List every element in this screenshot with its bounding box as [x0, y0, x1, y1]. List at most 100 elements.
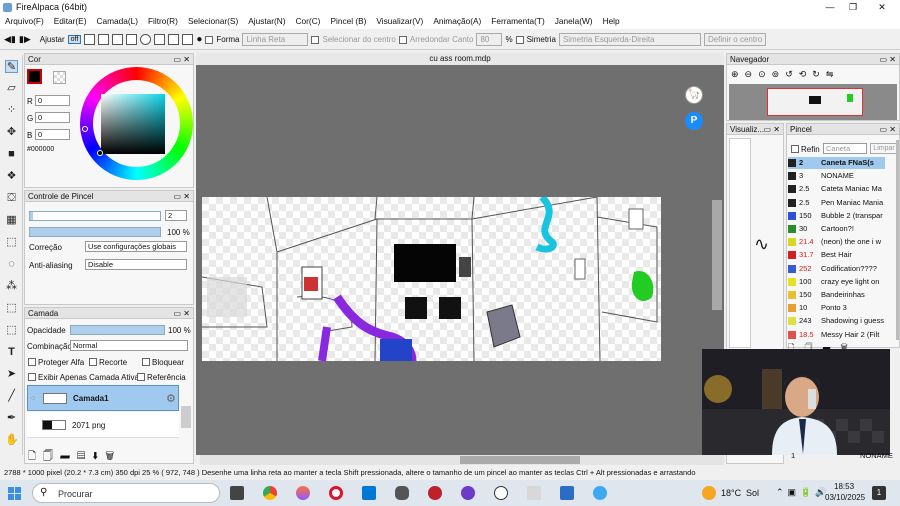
move-tool-icon[interactable]: ✥: [5, 126, 18, 139]
saturation-square[interactable]: [101, 94, 165, 154]
panel-buttons-icon[interactable]: ▭ ✕: [764, 124, 780, 135]
brush-list-item[interactable]: 31.7 Best Hair: [788, 249, 885, 261]
gradient-tool-icon[interactable]: ▦: [5, 214, 18, 227]
paint-app-icon[interactable]: [527, 486, 541, 500]
brush-list-item[interactable]: 243 Shadowing i guess: [788, 315, 885, 327]
menu-select[interactable]: Selecionar(S): [183, 15, 243, 29]
edge-icon[interactable]: [362, 486, 376, 500]
link-app-icon[interactable]: [593, 486, 607, 500]
brush-list-item[interactable]: 2.5 Pen Maniac Mania: [788, 197, 885, 209]
menu-help[interactable]: Help: [598, 15, 625, 29]
select-eraser-tool-icon[interactable]: ⬚: [5, 324, 18, 337]
brush-list-item[interactable]: 2.5 Cateta Maniac Ma: [788, 183, 885, 195]
snap-grid-icon[interactable]: [168, 34, 180, 45]
brush-size-field[interactable]: 2: [165, 210, 187, 221]
blend-select[interactable]: Normal: [70, 340, 188, 351]
obs-icon[interactable]: [461, 486, 475, 500]
brush-list-item[interactable]: 3 NONAME: [788, 170, 885, 182]
brush-scrollbar[interactable]: [896, 140, 899, 340]
prev-icon[interactable]: ◀▮: [4, 34, 16, 45]
select-pen-tool-icon[interactable]: ⬚: [5, 302, 18, 315]
snap-curve-icon[interactable]: [154, 34, 166, 45]
hue-handle[interactable]: [82, 126, 88, 132]
brush-list-item[interactable]: 10 Ponto 3: [788, 302, 885, 314]
correction-select[interactable]: Use configurações globais: [85, 241, 187, 252]
select-tool-icon[interactable]: ⬚: [5, 236, 18, 249]
gear-icon[interactable]: ⚙: [166, 392, 176, 405]
eraser-tool-icon[interactable]: ▱: [5, 82, 18, 95]
snap-perspective-icon[interactable]: [182, 34, 194, 45]
menu-filter[interactable]: Filtro(R): [143, 15, 183, 29]
g-field[interactable]: 0: [35, 112, 70, 123]
snap-radial-icon[interactable]: [126, 34, 138, 45]
menu-layer[interactable]: Camada(L): [91, 15, 143, 29]
center-checkbox[interactable]: [311, 35, 320, 44]
weather-temp[interactable]: 18°C: [721, 488, 741, 498]
lasso-tool-icon[interactable]: ◌: [5, 258, 18, 271]
maximize-button[interactable]: ❐: [839, 0, 867, 15]
magic-wand-tool-icon[interactable]: ⁂: [5, 280, 18, 293]
snap-off-button[interactable]: off: [67, 35, 82, 44]
windows-start-icon[interactable]: [8, 487, 21, 500]
brush-opacity-slider[interactable]: [29, 227, 161, 237]
duplicate-layer-icon[interactable]: 🗍: [43, 451, 60, 462]
eyedropper-tool-icon[interactable]: ✒: [5, 412, 18, 425]
notification-badge[interactable]: 1: [872, 486, 886, 500]
brush-list-item[interactable]: 2 Caneta FNaS(s: [788, 157, 885, 169]
screen-app-icon[interactable]: [560, 486, 574, 500]
close-button[interactable]: ✕: [868, 0, 896, 15]
menu-brush[interactable]: Pincel (B): [325, 15, 371, 29]
canvas-hscroll[interactable]: [200, 455, 724, 465]
menu-view[interactable]: Visualizar(V): [371, 15, 428, 29]
snap-parallel-icon[interactable]: [84, 34, 96, 45]
menu-window[interactable]: Janela(W): [550, 15, 598, 29]
text-tool-icon[interactable]: T: [5, 346, 18, 359]
rotate-left-icon[interactable]: ↺: [785, 69, 799, 79]
secondary-color-swatch[interactable]: [53, 71, 66, 84]
refine-checkbox[interactable]: [791, 145, 799, 153]
show-active-checkbox[interactable]: [28, 373, 36, 381]
hand-tool-icon[interactable]: ✋: [5, 434, 19, 447]
shape-select[interactable]: Linha Reta: [242, 33, 309, 46]
round-value-select[interactable]: 80: [476, 33, 503, 46]
primary-color-swatch[interactable]: [27, 69, 42, 84]
lock-checkbox[interactable]: [142, 358, 150, 366]
symmetry-checkbox[interactable]: [515, 35, 524, 44]
zoom-in-icon[interactable]: ⊕: [731, 69, 745, 79]
search-box[interactable]: ⚲ Procurar: [32, 483, 220, 503]
menu-color[interactable]: Cor(C): [291, 15, 326, 29]
r-field[interactable]: 0: [35, 95, 70, 106]
layer-opacity-slider[interactable]: [70, 325, 165, 335]
brush-list-item[interactable]: 21.4 (neon) the one i w: [788, 236, 885, 248]
clock-time[interactable]: 18:53: [834, 482, 854, 491]
snap-circle-icon[interactable]: [140, 34, 152, 45]
zoom-fit-icon[interactable]: ⊙: [758, 69, 772, 79]
zoom-reset-icon[interactable]: ⊚: [772, 69, 786, 79]
merge-icon[interactable]: ⬇: [92, 451, 105, 462]
firealpaca-taskbar-icon[interactable]: [494, 486, 508, 500]
new-layer-icon[interactable]: 🗋: [28, 451, 43, 462]
visibility-icon[interactable]: ○: [31, 395, 35, 402]
brush-list-item[interactable]: 252 Codification????: [788, 263, 885, 275]
navigator-toolbar[interactable]: ⊕⊖⊙⊚↺⟲↻⇋: [731, 69, 839, 80]
panel-buttons-icon[interactable]: ▭ ✕: [174, 54, 190, 65]
lasso-fill-tool-icon[interactable]: ❖: [5, 170, 18, 183]
dot-tool-icon[interactable]: ⁘: [5, 104, 18, 117]
snap-cross-icon[interactable]: [98, 34, 110, 45]
hue-wheel[interactable]: [80, 67, 193, 180]
reset-rotate-icon[interactable]: ⟲: [799, 69, 813, 79]
navigator-preview[interactable]: [729, 84, 897, 120]
shape-checkbox[interactable]: [205, 35, 214, 44]
firefox-icon[interactable]: [296, 486, 310, 500]
artwork-canvas[interactable]: [202, 197, 661, 361]
brush-list-item[interactable]: 30 Cartoon?!: [788, 223, 885, 235]
chrome-icon[interactable]: [263, 486, 277, 500]
bucket-tool-icon[interactable]: ⛋: [5, 192, 18, 205]
brush-list-item[interactable]: 18.5 Messy Hair 2 (Filt: [788, 329, 885, 341]
next-icon[interactable]: ▮▶: [19, 34, 31, 45]
fill-rect-tool-icon[interactable]: ■: [5, 148, 18, 161]
panel-buttons-icon[interactable]: ▭ ✕: [880, 54, 896, 65]
divide-tool-icon[interactable]: ╱: [5, 390, 18, 403]
layer-scrollbar[interactable]: [181, 406, 191, 428]
layer-option-icon[interactable]: ▤: [77, 451, 92, 462]
